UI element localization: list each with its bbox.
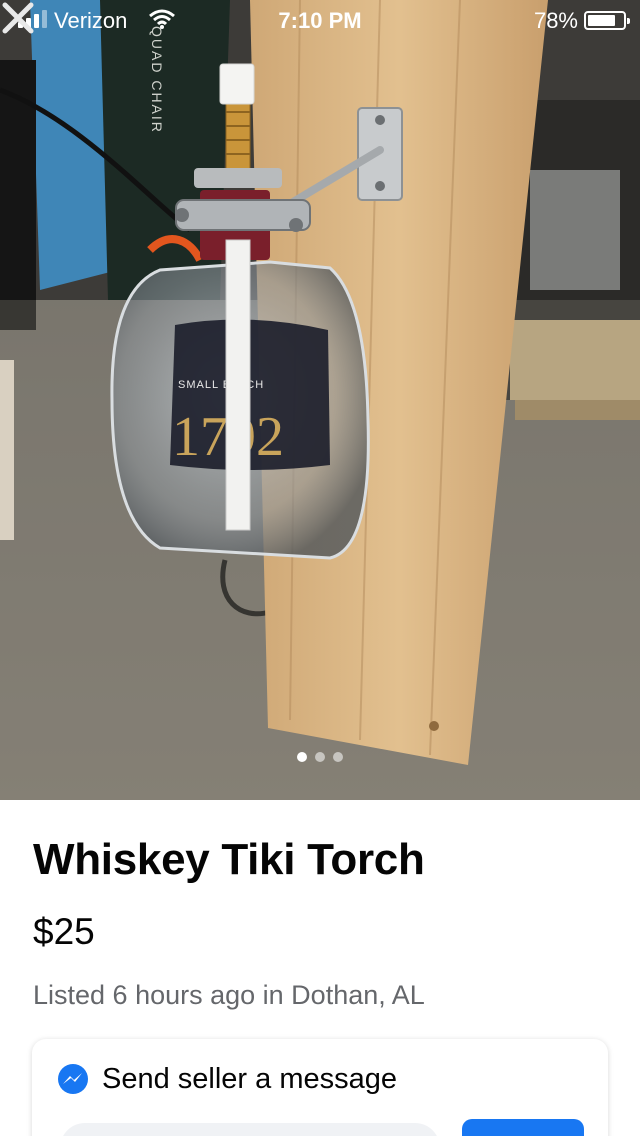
listing-photo[interactable]: QUAD CHAIR SMALL BATCH 1792 — [0, 0, 640, 800]
send-button[interactable] — [462, 1119, 584, 1136]
svg-text:SMALL BATCH: SMALL BATCH — [178, 379, 264, 391]
svg-text:QUAD CHAIR: QUAD CHAIR — [149, 26, 165, 134]
image-pager-dots[interactable] — [0, 752, 640, 762]
status-bar: Verizon 7:10 PM 78% — [0, 0, 640, 40]
photo-scene: QUAD CHAIR SMALL BATCH 1792 — [0, 0, 640, 800]
listing-details: Whiskey Tiki Torch $25 Listed 6 hours ag… — [0, 800, 640, 1136]
battery-percentage: 78% — [533, 8, 578, 33]
close-icon[interactable] — [0, 0, 36, 36]
messenger-icon — [58, 1064, 88, 1094]
listing-meta: Listed 6 hours ago in Dothan, AL — [33, 980, 425, 1010]
listing-price: $25 — [33, 911, 95, 952]
message-seller-card: Send seller a message — [32, 1039, 608, 1136]
battery-icon — [584, 11, 630, 30]
pager-dot[interactable] — [315, 752, 325, 762]
listing-title: Whiskey Tiki Torch — [33, 835, 425, 884]
message-heading: Send seller a message — [102, 1063, 397, 1095]
message-input[interactable] — [60, 1123, 440, 1136]
pager-dot[interactable] — [297, 752, 307, 762]
pager-dot[interactable] — [333, 752, 343, 762]
